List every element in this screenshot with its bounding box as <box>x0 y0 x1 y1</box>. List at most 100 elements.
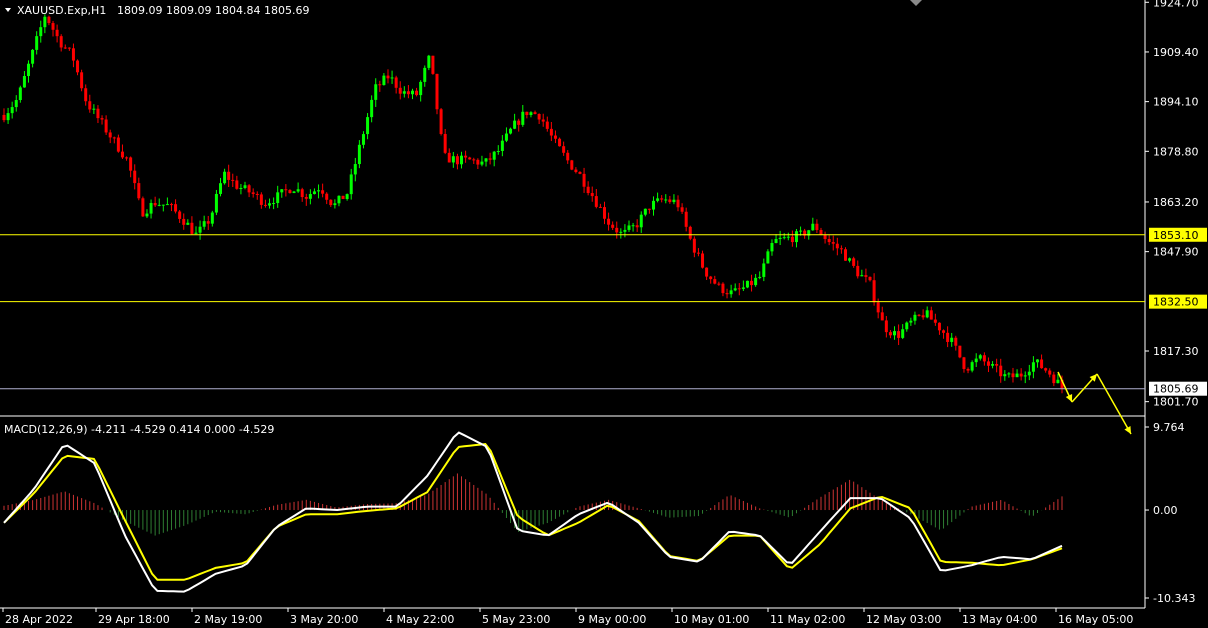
candle-body <box>35 36 39 50</box>
candle-body <box>47 16 51 24</box>
candle <box>321 183 325 198</box>
candle-body <box>790 236 794 243</box>
candle <box>762 258 766 282</box>
candle <box>243 181 247 190</box>
candle <box>745 280 749 289</box>
candle <box>1007 372 1011 378</box>
candle <box>717 281 721 286</box>
candle-body <box>120 151 124 158</box>
candle-body <box>484 158 488 162</box>
candle <box>570 159 574 171</box>
candle <box>464 150 468 163</box>
candle-body <box>1044 368 1048 371</box>
candle <box>513 113 517 130</box>
candle <box>607 212 611 231</box>
candle-body <box>966 368 970 371</box>
candle <box>574 167 578 174</box>
candle <box>709 275 713 284</box>
level-price-label: 1853.10 <box>1153 229 1199 242</box>
shift-marker-icon[interactable] <box>910 0 922 6</box>
candle-body <box>43 16 47 28</box>
time-tick-label: 2 May 19:00 <box>194 613 262 626</box>
candle-body <box>762 263 766 277</box>
candle-body <box>137 183 141 199</box>
candle-body <box>925 310 929 318</box>
candle <box>317 184 321 199</box>
candle-body <box>717 283 721 285</box>
candle-body <box>468 157 472 160</box>
candle <box>929 306 933 320</box>
candle-body <box>786 236 790 238</box>
candle-body <box>353 164 357 175</box>
candle-body <box>1040 359 1044 369</box>
candle <box>406 85 410 99</box>
candle <box>492 150 496 167</box>
price-tick-label: 1801.70 <box>1153 396 1199 409</box>
candle <box>631 222 635 232</box>
candle <box>116 134 120 153</box>
candle <box>770 239 774 256</box>
candle <box>803 228 807 239</box>
candle-body <box>165 204 169 206</box>
candle <box>182 213 186 230</box>
candle <box>251 188 255 198</box>
candle <box>219 177 223 197</box>
candle-body <box>284 189 288 191</box>
candle-body <box>447 152 451 163</box>
candle <box>198 220 202 240</box>
candle <box>860 269 864 277</box>
candle-body <box>88 101 92 110</box>
candle <box>991 361 995 369</box>
candle-body <box>909 320 913 323</box>
candle-body <box>525 111 529 116</box>
candle-body <box>958 345 962 358</box>
candle-body <box>839 248 843 250</box>
candle <box>525 111 529 119</box>
candle <box>104 115 108 135</box>
candle <box>345 193 349 201</box>
candle-body <box>308 194 312 199</box>
candle-body <box>349 174 353 195</box>
candle-body <box>239 187 243 189</box>
candle-body <box>639 214 643 228</box>
candle <box>1019 368 1023 381</box>
candle <box>202 215 206 230</box>
symbol-menu-triangle-icon[interactable] <box>5 8 11 12</box>
candle-body <box>713 279 717 284</box>
candle <box>468 156 472 160</box>
candle-body <box>223 171 227 184</box>
candle <box>329 199 333 208</box>
candle-body <box>876 302 880 313</box>
candle <box>447 148 451 163</box>
candle-body <box>1056 379 1060 384</box>
candle-body <box>656 198 660 201</box>
candle <box>402 86 406 98</box>
candle-body <box>243 185 247 188</box>
candle <box>325 192 329 205</box>
candle-body <box>492 151 496 160</box>
candle-body <box>880 312 884 321</box>
candle-body <box>14 100 18 108</box>
candle-body <box>533 112 537 115</box>
projection-arrow-segment <box>1096 373 1132 435</box>
candle-body <box>161 204 165 206</box>
candle <box>190 216 194 235</box>
candle <box>974 353 978 367</box>
candle-body <box>18 87 22 101</box>
candle <box>14 95 18 112</box>
time-tick-label: 13 May 04:00 <box>962 613 1037 626</box>
candle <box>913 311 917 325</box>
macd-tick-label: 9.764 <box>1153 421 1185 434</box>
price-tick-label: 1847.90 <box>1153 246 1199 259</box>
candle <box>647 208 651 214</box>
candle-body <box>1027 371 1031 376</box>
candle <box>349 168 353 200</box>
candle-body <box>153 203 157 206</box>
candle-body <box>954 337 958 346</box>
candle-body <box>991 364 995 366</box>
candle-body <box>488 158 492 160</box>
candle-body <box>210 212 214 224</box>
candle-body <box>67 47 71 49</box>
candle-body <box>946 332 950 342</box>
candle-body <box>231 179 235 181</box>
